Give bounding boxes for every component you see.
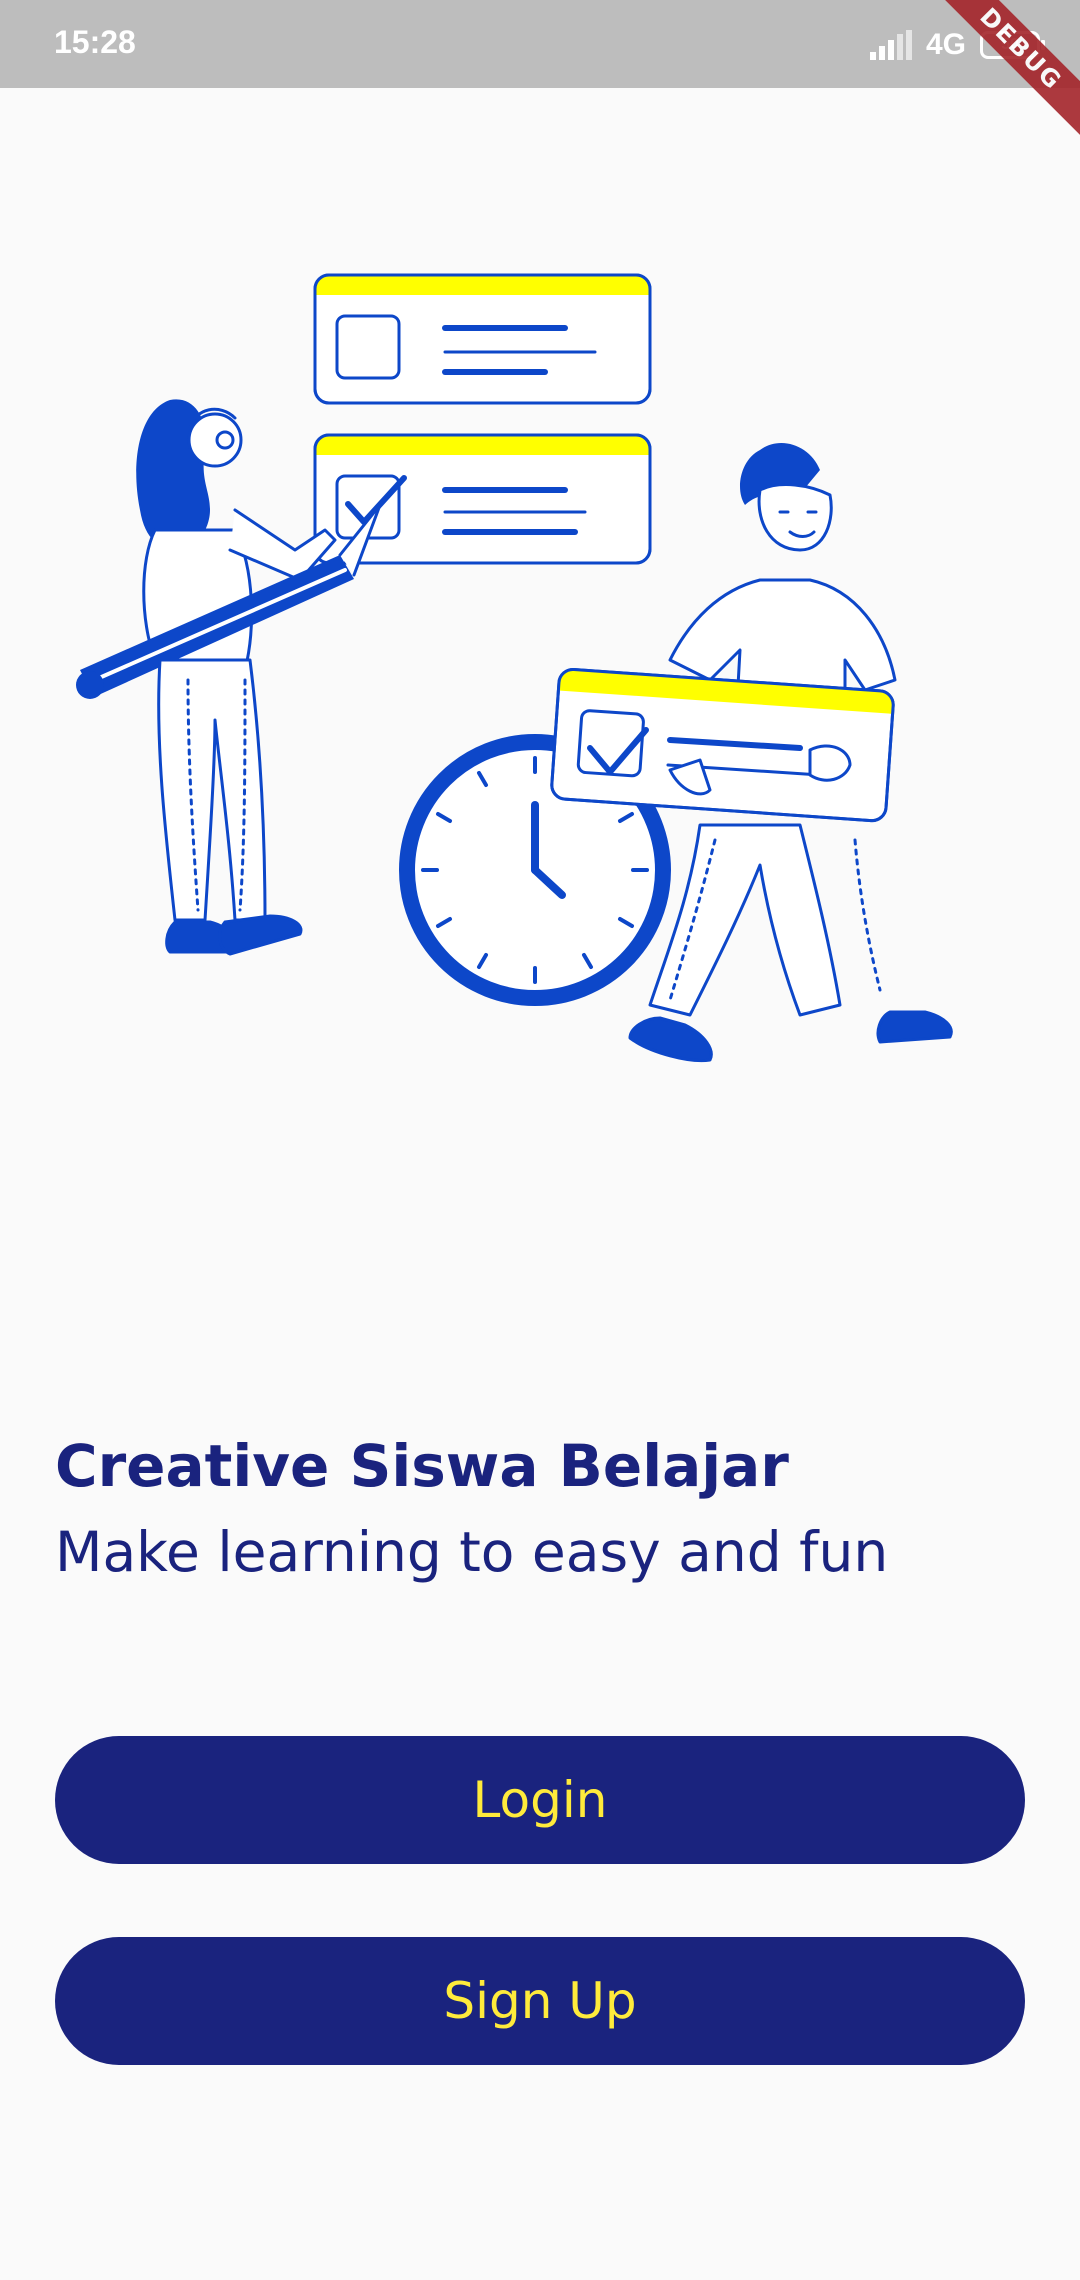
signal-icon — [869, 30, 912, 60]
signup-button[interactable]: Sign Up — [55, 1937, 1025, 2065]
students-checklist-illustration — [76, 273, 953, 1063]
login-button[interactable]: Login — [55, 1736, 1025, 1864]
status-bar: 15:28 4G 50 DEBUG — [0, 0, 1080, 144]
app-title: Creative Siswa Belajar — [55, 1432, 789, 1500]
checklist-card-top — [313, 273, 652, 405]
app-tagline: Make learning to easy and fun — [55, 1520, 889, 1584]
status-time: 15:28 — [54, 24, 136, 60]
network-type: 4G — [925, 28, 966, 61]
